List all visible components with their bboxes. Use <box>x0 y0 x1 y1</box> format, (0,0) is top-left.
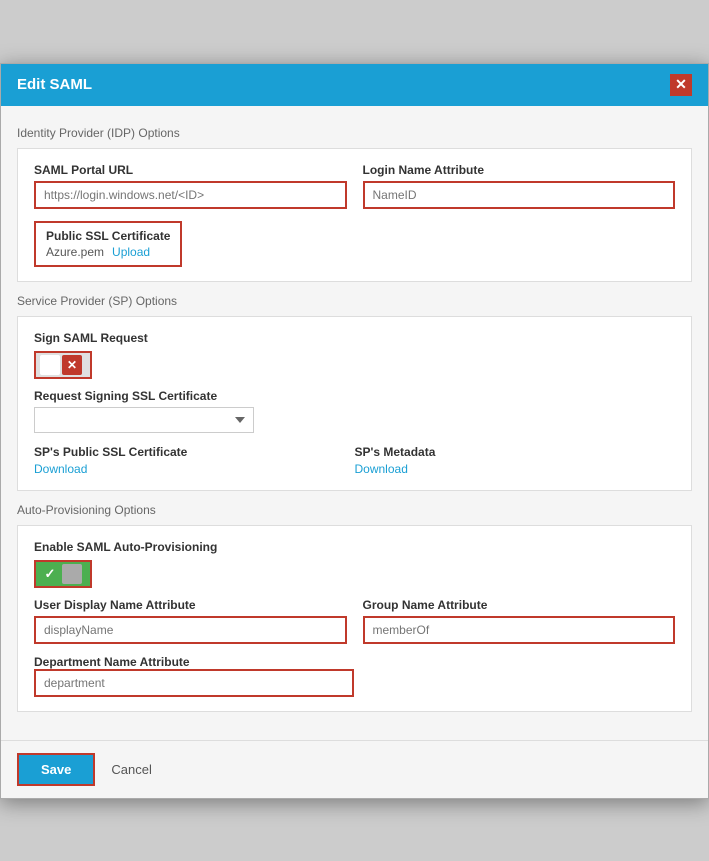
sign-saml-toggle[interactable]: ✕ <box>34 351 92 379</box>
user-display-name-input[interactable] <box>34 616 347 644</box>
cancel-button[interactable]: Cancel <box>105 755 157 784</box>
sign-saml-label: Sign SAML Request <box>34 331 675 345</box>
saml-portal-url-label: SAML Portal URL <box>34 163 347 177</box>
sp-metadata-col: SP's Metadata Download <box>355 445 676 476</box>
enable-auto-provisioning-label: Enable SAML Auto-Provisioning <box>34 540 675 554</box>
auto-provisioning-section-title: Auto-Provisioning Options <box>17 503 692 517</box>
department-name-input[interactable] <box>34 669 354 697</box>
idp-section-title: Identity Provider (IDP) Options <box>17 126 692 140</box>
enable-auto-provisioning-group: Enable SAML Auto-Provisioning ✓ <box>34 540 675 588</box>
login-name-attr-input[interactable] <box>363 181 676 209</box>
department-name-group: Department Name Attribute <box>34 654 675 697</box>
modal-footer: Save Cancel <box>1 740 708 798</box>
user-display-name-label: User Display Name Attribute <box>34 598 347 612</box>
group-name-label: Group Name Attribute <box>363 598 676 612</box>
sp-section-box: Sign SAML Request ✕ Request Signing SSL … <box>17 316 692 491</box>
request-signing-ssl-group: Request Signing SSL Certificate <box>34 389 675 433</box>
idp-top-row: SAML Portal URL Login Name Attribute <box>34 163 675 209</box>
department-name-label: Department Name Attribute <box>34 655 190 669</box>
sp-links-row: SP's Public SSL Certificate Download SP'… <box>34 445 675 476</box>
sp-metadata-download[interactable]: Download <box>355 462 408 476</box>
toggle-x-icon: ✕ <box>62 355 82 375</box>
user-display-name-group: User Display Name Attribute <box>34 598 347 644</box>
auto-provisioning-section-box: Enable SAML Auto-Provisioning ✓ User Dis… <box>17 525 692 712</box>
ssl-cert-group: Public SSL Certificate Azure.pem Upload <box>34 219 675 267</box>
sp-section-title: Service Provider (SP) Options <box>17 294 692 308</box>
edit-saml-modal: Edit SAML ✕ Identity Provider (IDP) Opti… <box>0 63 709 799</box>
upload-link[interactable]: Upload <box>112 245 150 259</box>
auto-provisioning-toggle-container: ✓ <box>34 560 675 588</box>
group-name-input[interactable] <box>363 616 676 644</box>
save-button[interactable]: Save <box>17 753 95 786</box>
sp-public-ssl-col: SP's Public SSL Certificate Download <box>34 445 355 476</box>
auto-provisioning-toggle[interactable]: ✓ <box>34 560 92 588</box>
ssl-cert-row: Azure.pem Upload <box>46 245 170 259</box>
toggle-knob <box>40 355 60 375</box>
ssl-cert-label: Public SSL Certificate <box>46 229 170 243</box>
modal-header: Edit SAML ✕ <box>1 64 708 106</box>
ssl-cert-filename: Azure.pem <box>46 245 104 259</box>
modal-title: Edit SAML <box>17 76 92 93</box>
sign-saml-group: Sign SAML Request ✕ <box>34 331 675 379</box>
idp-section-box: SAML Portal URL Login Name Attribute Pub… <box>17 148 692 282</box>
request-signing-ssl-label: Request Signing SSL Certificate <box>34 389 675 403</box>
saml-portal-url-group: SAML Portal URL <box>34 163 347 209</box>
sign-saml-toggle-container: ✕ <box>34 351 675 379</box>
saml-portal-url-input[interactable] <box>34 181 347 209</box>
sp-public-ssl-download[interactable]: Download <box>34 462 87 476</box>
ssl-cert-box: Public SSL Certificate Azure.pem Upload <box>34 221 182 267</box>
user-group-row: User Display Name Attribute Group Name A… <box>34 598 675 644</box>
sp-public-ssl-label: SP's Public SSL Certificate <box>34 445 355 459</box>
toggle-knob-dark <box>62 564 82 584</box>
group-name-group: Group Name Attribute <box>363 598 676 644</box>
request-signing-ssl-select[interactable] <box>34 407 254 433</box>
close-button[interactable]: ✕ <box>670 74 692 96</box>
sp-metadata-label: SP's Metadata <box>355 445 676 459</box>
toggle-check-icon: ✓ <box>40 564 60 584</box>
modal-body: Identity Provider (IDP) Options SAML Por… <box>1 106 708 740</box>
login-name-attr-label: Login Name Attribute <box>363 163 676 177</box>
login-name-attr-group: Login Name Attribute <box>363 163 676 209</box>
